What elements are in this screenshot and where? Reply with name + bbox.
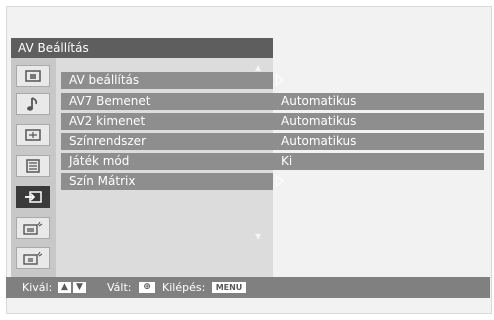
ok-key-icon: ⊕ [139,282,155,293]
menu-title: AV Beállítás [11,38,273,58]
picture-icon[interactable] [16,65,50,87]
menu-item-color-system[interactable]: Színrendszer [61,133,273,150]
footer-select-label: Kivál: [22,281,53,294]
menu-item-av7-input[interactable]: AV7 Bemenet [61,93,273,110]
menu-item-color-matrix[interactable]: Szín Mátrix [61,173,273,190]
menu-value-color-system[interactable]: Automatikus [273,133,484,150]
setup-icon[interactable] [16,247,50,269]
scroll-up-icon[interactable]: ▲ [255,64,261,72]
pc-settings-icon[interactable] [16,217,50,239]
menu-item-game-mode[interactable]: Játék mód [61,153,273,170]
menu-item-av2-output[interactable]: AV2 kimenet [61,113,273,130]
submenu-arrow-icon [276,175,284,187]
down-key-icon: ▼ [73,282,86,293]
menu-value-game-mode[interactable]: Ki [273,153,484,170]
screen-icon[interactable] [16,124,50,146]
up-key-icon: ▲ [58,282,71,293]
sound-icon[interactable] [16,93,50,115]
input-icon[interactable] [16,186,50,208]
submenu-arrow-icon [276,74,284,86]
menu-value-av2-output[interactable]: Automatikus [273,113,484,130]
menu-key: MENU [212,282,246,293]
footer-bar: Kivál: ▲ ▼ Vált: ⊕ Kilépés: MENU [6,277,490,298]
menu-item-av-settings[interactable]: AV beállítás [61,72,273,89]
scroll-down-icon[interactable]: ▼ [255,233,261,241]
footer-exit-label: Kilépés: [162,281,206,294]
footer-change-label: Vált: [107,281,132,294]
features-icon[interactable] [16,155,50,177]
menu-value-av7-input[interactable]: Automatikus [273,93,484,110]
